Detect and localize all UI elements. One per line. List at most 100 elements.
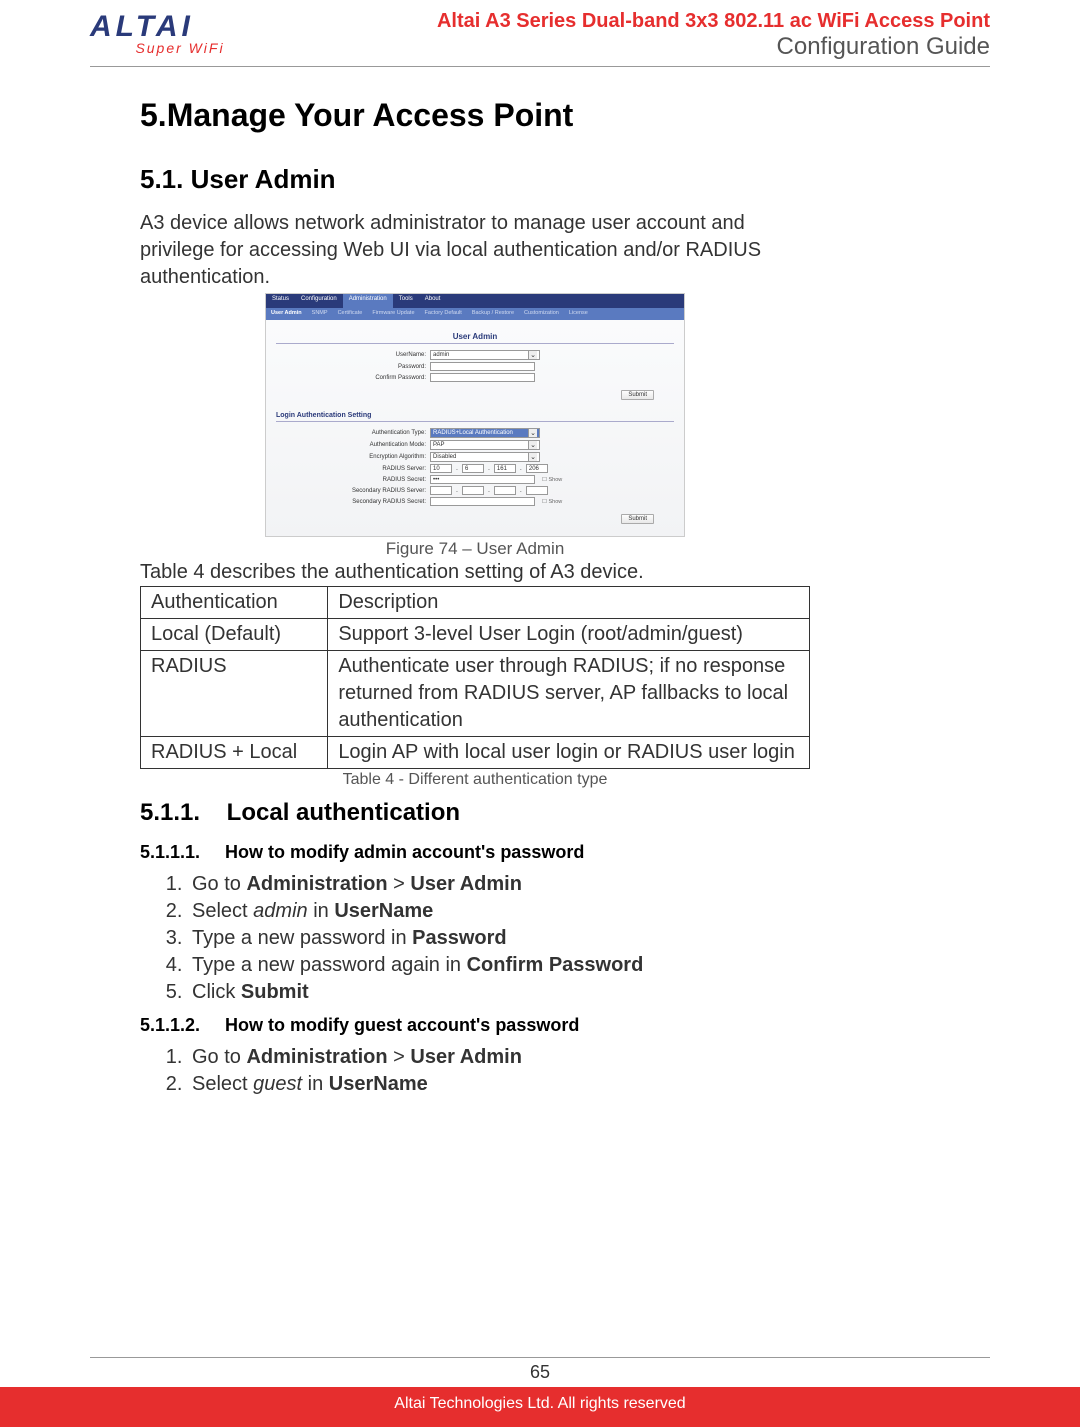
doc-type: Configuration Guide — [437, 33, 990, 61]
step-bold: User Admin — [410, 873, 522, 895]
table-header-row: Authentication Description — [141, 587, 810, 619]
tab-tools: Tools — [393, 294, 419, 308]
radius-server-label: RADIUS Server: — [276, 466, 426, 472]
list-item: Type a new password in Password — [188, 925, 810, 951]
h4b-number: 5.1.1.2. — [140, 1015, 220, 1036]
page-footer: 65 Altai Technologies Ltd. All rights re… — [0, 1357, 1080, 1427]
page-number: 65 — [0, 1358, 1080, 1387]
subtab-custom: Customization — [519, 308, 564, 320]
radius-secret-label: RADIUS Secret: — [276, 477, 426, 483]
show-checkbox-2: ☐ Show — [542, 499, 562, 505]
step-text: > — [388, 873, 411, 895]
username-value: admin — [433, 352, 449, 358]
ss-section-login-auth: Login Authentication Setting — [276, 410, 674, 422]
auth-type-label: Authentication Type: — [276, 430, 426, 436]
cell-desc: Authenticate user through RADIUS; if no … — [328, 651, 810, 737]
show-label-2: Show — [548, 499, 562, 505]
table-row: RADIUS Authenticate user through RADIUS;… — [141, 651, 810, 737]
chevron-down-icon: ⌄ — [528, 429, 537, 437]
table-row: Local (Default) Support 3-level User Log… — [141, 619, 810, 651]
subtab-certificate: Certificate — [333, 308, 368, 320]
chevron-down-icon: ⌄ — [528, 351, 537, 359]
heading-1: 5.Manage Your Access Point — [140, 97, 810, 134]
authentication-table: Authentication Description Local (Defaul… — [140, 586, 810, 769]
tab-about: About — [419, 294, 447, 308]
enc-label: Encryption Algorithm: — [276, 454, 426, 460]
enc-select: Disabled⌄ — [430, 452, 540, 462]
cell-auth: RADIUS + Local — [141, 737, 328, 769]
th-description: Description — [328, 587, 810, 619]
sec-ip-3 — [494, 486, 516, 495]
cell-auth: Local (Default) — [141, 619, 328, 651]
heading-2: 5.1. User Admin — [140, 164, 810, 195]
step-text: Select — [192, 900, 253, 922]
content: 5.Manage Your Access Point 5.1. User Adm… — [0, 67, 900, 1097]
show-checkbox-1: ☐ Show — [542, 477, 562, 483]
auth-mode-value: PAP — [433, 442, 445, 448]
auth-mode-label: Authentication Mode: — [276, 442, 426, 448]
subtab-license: License — [564, 308, 593, 320]
step-text: > — [388, 1046, 411, 1068]
h4b-title: How to modify guest account's password — [225, 1015, 579, 1035]
radius-secret-input: ••• — [430, 475, 535, 484]
steps-list-b: Go to Administration > User Admin Select… — [140, 1044, 810, 1097]
confirm-password-input — [430, 373, 535, 382]
table-row: RADIUS + Local Login AP with local user … — [141, 737, 810, 769]
list-item: Select guest in UserName — [188, 1071, 810, 1097]
list-item: Click Submit — [188, 979, 810, 1005]
sec-ip-2 — [462, 486, 484, 495]
step-bold: Submit — [241, 981, 309, 1003]
h3-number: 5.1.1. — [140, 799, 220, 827]
sec-ip-1 — [430, 486, 452, 495]
step-bold: Administration — [246, 1046, 387, 1068]
password-label: Password: — [276, 364, 426, 370]
step-bold: Confirm Password — [467, 954, 644, 976]
sec-ip-4 — [526, 486, 548, 495]
chevron-down-icon: ⌄ — [528, 441, 537, 449]
step-italic: guest — [253, 1073, 302, 1095]
product-title: Altai A3 Series Dual-band 3x3 802.11 ac … — [437, 10, 990, 33]
heading-4b: 5.1.1.2. How to modify guest account's p… — [140, 1015, 810, 1036]
logo-main: ALTAI — [90, 10, 270, 44]
submit-button-2: Submit — [621, 514, 654, 524]
page-header: ALTAI Super WiFi Altai A3 Series Dual-ba… — [0, 0, 1080, 61]
step-text: Type a new password in — [192, 927, 412, 949]
cell-desc: Login AP with local user login or RADIUS… — [328, 737, 810, 769]
ss-section-user-admin: User Admin — [276, 332, 674, 344]
logo: ALTAI Super WiFi — [90, 10, 270, 56]
show-label: Show — [548, 477, 562, 483]
chevron-down-icon: ⌄ — [528, 453, 537, 461]
tab-status: Status — [266, 294, 295, 308]
radius-ip-4: 206 — [526, 464, 548, 473]
h4a-title: How to modify admin account's password — [225, 842, 584, 862]
sec-secret-input — [430, 497, 535, 506]
heading-3: 5.1.1. Local authentication — [140, 799, 810, 827]
auth-type-value: RADIUS+Local Authentication — [433, 430, 513, 436]
step-text: Type a new password again in — [192, 954, 467, 976]
submit-button-1: Submit — [621, 390, 654, 400]
step-text: Click — [192, 981, 241, 1003]
subtab-snmp: SNMP — [307, 308, 333, 320]
intro-paragraph: A3 device allows network administrator t… — [140, 210, 810, 291]
subtab-user-admin: User Admin — [266, 308, 307, 320]
step-text: in — [302, 1073, 329, 1095]
screenshot-figure: Status Configuration Administration Tool… — [140, 293, 810, 537]
step-bold: UserName — [329, 1073, 428, 1095]
list-item: Select admin in UserName — [188, 898, 810, 924]
radius-ip-2: 6 — [462, 464, 484, 473]
heading-4a: 5.1.1.1. How to modify admin account's p… — [140, 842, 810, 863]
list-item: Go to Administration > User Admin — [188, 871, 810, 897]
config-screenshot: Status Configuration Administration Tool… — [265, 293, 685, 537]
cell-desc: Support 3-level User Login (root/admin/g… — [328, 619, 810, 651]
auth-mode-select: PAP ⌄ — [430, 440, 540, 450]
tab-configuration: Configuration — [295, 294, 343, 308]
step-text: in — [308, 900, 335, 922]
radius-ip-3: 161 — [494, 464, 516, 473]
header-title: Altai A3 Series Dual-band 3x3 802.11 ac … — [437, 10, 990, 61]
step-text: Go to — [192, 873, 246, 895]
list-item: Go to Administration > User Admin — [188, 1044, 810, 1070]
step-text: Go to — [192, 1046, 246, 1068]
confirm-password-label: Confirm Password: — [276, 375, 426, 381]
table-description: Table 4 describes the authentication set… — [140, 561, 810, 584]
username-label: UserName: — [276, 352, 426, 358]
